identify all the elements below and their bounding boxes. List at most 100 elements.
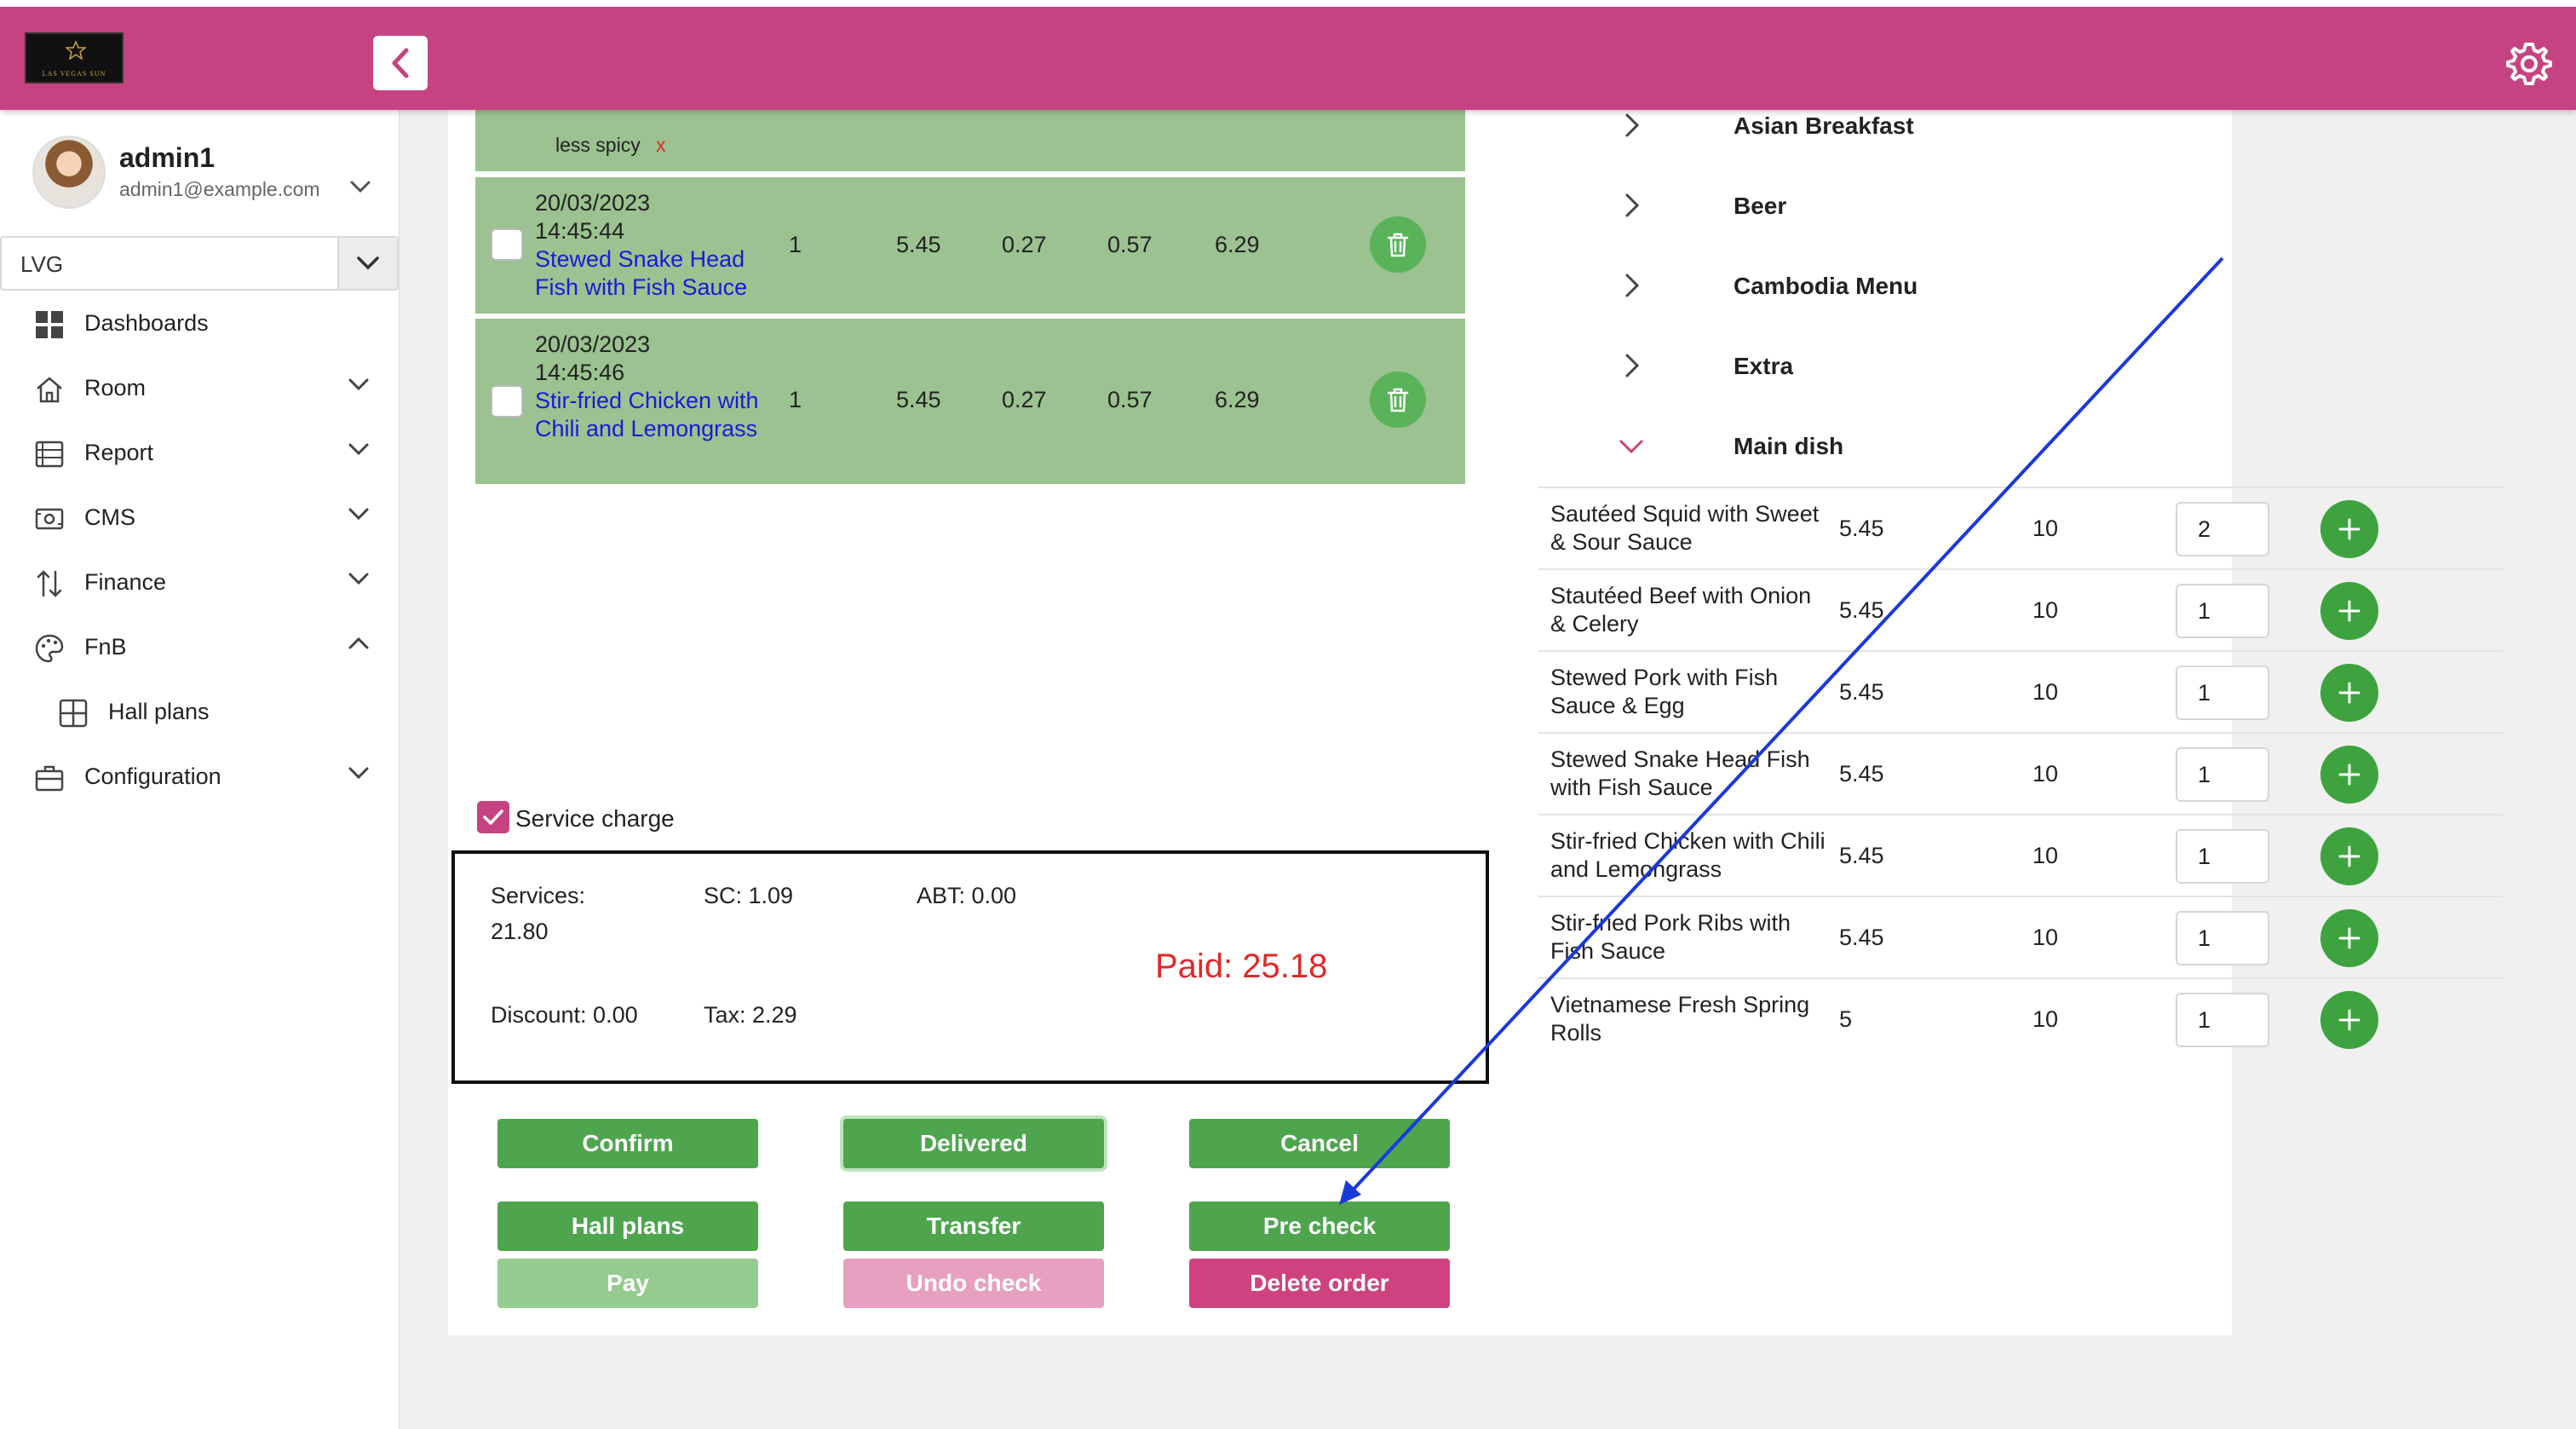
sort-arrows-icon (37, 570, 62, 597)
delete-item-button[interactable] (1370, 372, 1426, 428)
pre-check-button[interactable]: Pre check (1189, 1201, 1450, 1251)
trash-icon (1387, 388, 1409, 412)
dashboard-icon (36, 311, 63, 338)
dish-stock: 10 (2033, 925, 2059, 950)
gear-icon[interactable] (2506, 41, 2552, 87)
order-item-time: 14:45:46 (535, 360, 625, 385)
menu-dish-row: Sautéed Squid with Sweet & Sour Sauce 5.… (1538, 487, 2503, 568)
add-dish-button[interactable] (2320, 827, 2378, 885)
chevron-down-icon (357, 256, 379, 270)
sidebar-collapse-button[interactable] (373, 36, 428, 90)
order-item-row: 20/03/2023 14:45:46 Stir-fried Chicken w… (475, 319, 1465, 484)
palette-icon (35, 634, 64, 663)
services-value: 21.80 (491, 919, 549, 944)
order-item-checkbox[interactable] (491, 228, 523, 261)
category-main-dish[interactable]: Main dish (1619, 421, 2475, 472)
sidebar-item-room[interactable]: Room (0, 362, 399, 413)
abt-value: ABT: 0.00 (917, 883, 1017, 908)
sidebar-item-cms[interactable]: CMS (0, 492, 399, 543)
sidebar-item-label: Finance (84, 569, 167, 595)
sidebar-item-fnb[interactable]: FnB (0, 621, 399, 672)
add-dish-button[interactable] (2320, 991, 2378, 1049)
chevron-down-icon[interactable] (349, 180, 371, 193)
menu-dish-row: Stewed Pork with Fish Sauce & Egg 5.45 1… (1538, 650, 2503, 732)
add-dish-button[interactable] (2320, 500, 2378, 558)
category-beer[interactable]: Beer (1624, 181, 2475, 232)
order-item-sc: 0.27 (1002, 232, 1047, 257)
dish-qty-input[interactable] (2176, 829, 2269, 884)
sidebar-item-configuration[interactable]: Configuration (0, 751, 399, 802)
chevron-right-icon (1625, 274, 1640, 297)
order-item-note: less spicy x (475, 110, 1465, 171)
location-select[interactable]: LVG (0, 236, 399, 291)
undo-check-button[interactable]: Undo check (843, 1259, 1104, 1308)
tax-value: Tax: 2.29 (704, 1002, 797, 1028)
remove-note-button[interactable]: x (656, 134, 666, 157)
delete-item-button[interactable] (1370, 216, 1426, 273)
chevron-up-icon (348, 637, 369, 649)
pay-button[interactable]: Pay (497, 1259, 758, 1308)
sidebar-item-finance[interactable]: Finance (0, 556, 399, 608)
delivered-button[interactable]: Delivered (843, 1119, 1104, 1168)
order-item-dish-link[interactable]: Stewed Snake Head Fish with Fish Sauce (535, 245, 773, 302)
plus-icon (2338, 927, 2360, 949)
order-item-checkbox[interactable] (491, 385, 523, 418)
dish-qty-input[interactable] (2176, 584, 2269, 638)
dish-qty-input[interactable] (2176, 666, 2269, 720)
order-item-price: 5.45 (896, 387, 941, 412)
plus-icon (2338, 1009, 2360, 1031)
chevron-down-icon (348, 573, 369, 585)
dish-price: 5.45 (1839, 761, 1884, 787)
dish-qty-input[interactable] (2176, 502, 2269, 556)
add-dish-button[interactable] (2320, 582, 2378, 640)
sidebar-item-hall-plans[interactable]: Hall plans (0, 686, 399, 737)
add-dish-button[interactable] (2320, 664, 2378, 722)
cancel-button[interactable]: Cancel (1189, 1119, 1450, 1168)
order-item-total: 6.29 (1215, 387, 1260, 412)
sidebar-item-report[interactable]: Report (0, 427, 399, 478)
delete-order-button[interactable]: Delete order (1189, 1259, 1450, 1308)
location-select-value: LVG (20, 251, 64, 277)
service-charge-checkbox[interactable] (477, 801, 509, 833)
order-item-qty: 1 (789, 387, 802, 412)
plus-icon (2338, 518, 2360, 540)
report-icon (35, 441, 64, 468)
plus-icon (2338, 600, 2360, 622)
sidebar-item-label: FnB (84, 634, 127, 660)
chevron-down-icon (348, 767, 369, 780)
dish-price: 5.45 (1839, 843, 1884, 868)
add-dish-button[interactable] (2320, 909, 2378, 967)
briefcase-icon (35, 765, 64, 792)
category-extra[interactable]: Extra (1624, 341, 2475, 392)
dish-qty-input[interactable] (2176, 747, 2269, 802)
menu-dish-row: Stir-fried Pork Ribs with Fish Sauce 5.4… (1538, 896, 2503, 977)
dish-name: Sautéed Squid with Sweet & Sour Sauce (1550, 501, 1820, 555)
order-item-sc: 0.27 (1002, 387, 1047, 412)
category-label: Main dish (1734, 433, 1844, 459)
dish-name: Stir-fried Pork Ribs with Fish Sauce (1550, 910, 1791, 964)
dish-qty-input[interactable] (2176, 911, 2269, 965)
chevron-down-icon (348, 443, 369, 456)
order-item-dish-link[interactable]: Stir-fried Chicken with Chili and Lemong… (535, 387, 773, 443)
logo-wordmark: LAS VEGAS SUN (42, 70, 106, 78)
chevron-right-icon (1625, 354, 1640, 377)
sidebar-item-dashboards[interactable]: Dashboards (0, 297, 399, 349)
dish-name: Stewed Snake Head Fish with Fish Sauce (1550, 746, 1810, 800)
chevron-right-icon (1625, 113, 1640, 137)
transfer-button[interactable]: Transfer (843, 1201, 1104, 1251)
check-icon (483, 810, 503, 825)
sc-value: SC: 1.09 (704, 883, 794, 908)
logo[interactable]: LAS VEGAS SUN (25, 32, 124, 84)
category-cambodia-menu[interactable]: Cambodia Menu (1624, 261, 2475, 312)
add-dish-button[interactable] (2320, 746, 2378, 804)
hall-plans-button[interactable]: Hall plans (497, 1201, 758, 1251)
user-profile[interactable]: admin1 admin1@example.com (32, 135, 390, 212)
order-item-time: 14:45:44 (535, 218, 625, 244)
confirm-button[interactable]: Confirm (497, 1119, 758, 1168)
location-select-toggle[interactable] (337, 238, 397, 289)
menu-dish-row: Vietnamese Fresh Spring Rolls 5 10 (1538, 977, 2503, 1059)
order-item-date: 20/03/2023 (535, 331, 651, 357)
plus-icon (2338, 682, 2360, 704)
dish-qty-input[interactable] (2176, 993, 2269, 1047)
dish-price: 5.45 (1839, 597, 1884, 623)
